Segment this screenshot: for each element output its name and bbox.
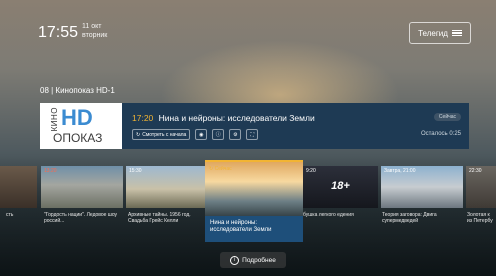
watch-from-start-label: Смотреть с начала: [142, 131, 187, 138]
info-icon: i: [230, 255, 240, 265]
menu-icon: [451, 29, 462, 37]
gear-icon: ⚙: [233, 131, 238, 138]
clock-date: 11 окт вторник: [82, 22, 107, 40]
more-label: Подробнее: [242, 256, 276, 264]
schedule-tile[interactable]: 13:20: [41, 166, 123, 208]
program-name: Нина и нейроны: исследователи Земли: [158, 113, 315, 123]
tvguide-label: Телегид: [418, 28, 448, 38]
program-actions: ↻ Смотреть с начала ◉ ⓘ ⚙ ⛶: [132, 129, 259, 140]
schedule-tile-active[interactable]: ↻ Сейчас: [205, 160, 303, 218]
schedule-tile[interactable]: 15:30: [126, 166, 205, 208]
record-icon: ◉: [199, 131, 204, 138]
date-weekday: вторник: [82, 32, 108, 39]
fullscreen-button[interactable]: ⛶: [246, 129, 259, 140]
restart-icon: ↻: [136, 131, 141, 138]
channel-logo: КИНО HD ОПОКАЗ: [40, 103, 122, 149]
schedule-tile-time: 22:30: [469, 168, 482, 174]
settings-button[interactable]: ⚙: [229, 129, 242, 140]
logo-hd-text: HD: [61, 105, 93, 130]
record-button[interactable]: ◉: [195, 129, 208, 140]
info-button[interactable]: ⓘ: [212, 129, 225, 140]
schedule-tile-time: 13:20: [44, 168, 57, 174]
channel-title: 08 | Кинопоказ HD-1: [40, 86, 115, 95]
schedule-tile[interactable]: Завтра, 21:00: [381, 166, 463, 208]
now-badge: Сейчас: [433, 113, 461, 121]
date-day: 11 окт: [82, 23, 102, 30]
logo-kino-text: КИНО: [50, 107, 59, 132]
fullscreen-icon: ⛶: [250, 131, 255, 138]
schedule-caption: Теория заговора: Двига супермедведей: [382, 212, 437, 224]
schedule-tile[interactable]: 9:20 18+: [303, 166, 378, 208]
schedule-caption: Архивные тайны. 1956 год. Свадьба Грейс …: [128, 212, 191, 224]
schedule-caption: сть: [6, 212, 14, 218]
schedule-tile-now-tag: ↻ Сейчас: [209, 166, 232, 172]
program-title: 17:20 Нина и нейроны: исследователи Земл…: [132, 113, 315, 123]
program-time: 17:20: [132, 113, 154, 123]
clock-time: 17:55: [38, 24, 79, 41]
schedule-tile-time: 15:30: [129, 168, 142, 174]
schedule-tile[interactable]: 22:30: [466, 166, 496, 208]
active-program-info: Нина и нейроны: исследователи Земли: [205, 216, 303, 242]
logo-pokaz-text: ОПОКАЗ: [53, 131, 103, 145]
watch-from-start-button[interactable]: ↻ Смотреть с начала: [132, 129, 191, 140]
schedule-caption: "Гордость нации". Ледовое шоу россий...: [44, 212, 118, 224]
tvguide-button[interactable]: Телегид: [409, 22, 471, 44]
time-remaining: Осталось 0:25: [420, 131, 461, 137]
info-circle-icon: ⓘ: [215, 132, 221, 138]
schedule-tile-time: 9:20: [306, 168, 316, 174]
schedule-caption: бушка легкого едения: [303, 212, 354, 218]
now-playing-card: КИНО HD ОПОКАЗ 17:20 Нина и нейроны: исс…: [40, 103, 469, 149]
age-rating-badge: 18+: [331, 180, 350, 192]
tv-screen: 17:55 11 окт вторник Телегид 08 | Кинопо…: [0, 0, 496, 276]
schedule-tile[interactable]: [0, 166, 37, 208]
schedule-caption: Золотая к из Петербу: [467, 212, 493, 224]
schedule-tile-time: Завтра, 21:00: [384, 168, 416, 174]
more-button[interactable]: i Подробнее: [220, 252, 286, 268]
